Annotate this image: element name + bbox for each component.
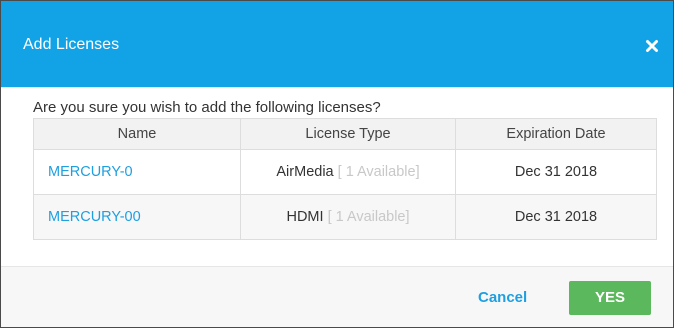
table-row: MERCURY-0 AirMedia [ 1 Available] Dec 31… (33, 149, 657, 195)
table-row: MERCURY-00 HDMI [ 1 Available] Dec 31 20… (33, 194, 657, 240)
close-icon (643, 37, 661, 55)
dialog-footer: Cancel YES (1, 266, 673, 327)
column-header-name: Name (33, 118, 241, 150)
cancel-button[interactable]: Cancel (478, 289, 527, 307)
license-type-cell: HDMI [ 1 Available] (240, 194, 456, 240)
table-header-row: Name License Type Expiration Date (33, 118, 657, 150)
name-cell: MERCURY-0 (33, 149, 241, 195)
add-licenses-dialog: Add Licenses Are you sure you wish to ad… (0, 0, 674, 328)
license-name-link[interactable]: MERCURY-0 (48, 164, 133, 180)
availability-text: [ 1 Available] (337, 164, 420, 180)
license-type-cell: AirMedia [ 1 Available] (240, 149, 456, 195)
expiration-date-cell: Dec 31 2018 (455, 149, 657, 195)
dialog-body: Are you sure you wish to add the followi… (1, 88, 673, 266)
dialog-header: Add Licenses (1, 1, 673, 88)
column-header-expiration-date: Expiration Date (455, 118, 657, 150)
name-cell: MERCURY-00 (33, 194, 241, 240)
license-name-link[interactable]: MERCURY-00 (48, 209, 141, 225)
confirmation-question: Are you sure you wish to add the followi… (33, 99, 381, 116)
license-type: AirMedia (276, 164, 334, 180)
close-button[interactable] (643, 37, 661, 55)
license-type: HDMI (286, 209, 324, 225)
dialog-title: Add Licenses (23, 36, 120, 53)
availability-text: [ 1 Available] (327, 209, 410, 225)
yes-button[interactable]: YES (569, 281, 651, 315)
expiration-date-cell: Dec 31 2018 (455, 194, 657, 240)
licenses-table: Name License Type Expiration Date MERCUR… (33, 118, 657, 240)
column-header-license-type: License Type (240, 118, 456, 150)
